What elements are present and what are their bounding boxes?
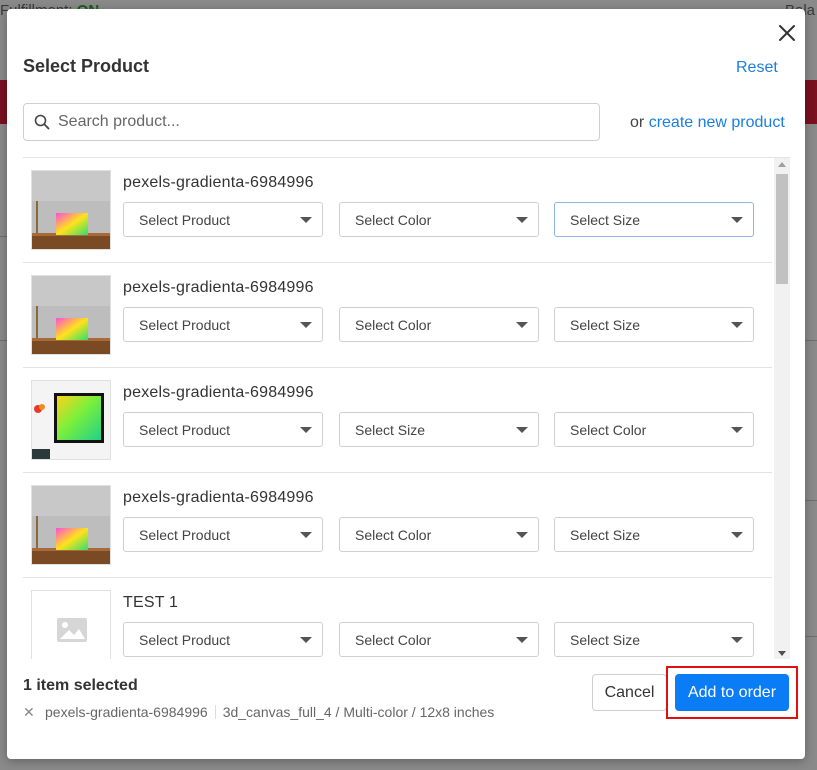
caret-down-icon	[300, 637, 312, 643]
caret-down-icon	[516, 322, 528, 328]
product-name: pexels-gradienta-6984996	[123, 279, 314, 296]
add-to-order-button[interactable]: Add to order	[675, 674, 789, 711]
dropdown-label: Select Product	[139, 317, 231, 333]
product-row: pexels-gradienta-6984996 Select Product …	[23, 158, 772, 263]
dropdown-label: Select Product	[139, 632, 231, 648]
dropdown-label: Select Color	[570, 422, 647, 438]
caret-down-icon	[516, 427, 528, 433]
selected-item-chip: ✕ pexels-gradienta-6984996 3d_canvas_full_…	[23, 704, 494, 721]
product-row: TEST 1 Select Product Select Color Selec…	[23, 578, 772, 659]
bg-divider	[805, 500, 817, 501]
select-color-dropdown[interactable]: Select Color	[339, 307, 539, 342]
select-product-dropdown[interactable]: Select Product	[123, 202, 323, 237]
scroll-down-arrow-icon[interactable]	[778, 651, 786, 656]
product-name: pexels-gradienta-6984996	[123, 384, 314, 401]
close-button[interactable]	[775, 21, 799, 45]
dropdown-label: Select Size	[570, 527, 641, 543]
select-product-dropdown[interactable]: Select Product	[123, 412, 323, 447]
scrollbar-thumb[interactable]	[776, 174, 788, 284]
dropdown-label: Select Size	[355, 422, 426, 438]
selected-item-name: pexels-gradienta-6984996	[45, 704, 208, 720]
select-product-dropdown[interactable]: Select Product	[123, 307, 323, 342]
caret-down-icon	[731, 532, 743, 538]
product-row: pexels-gradienta-6984996 Select Product …	[23, 473, 772, 578]
create-prefix: or	[630, 114, 645, 131]
caret-down-icon	[516, 637, 528, 643]
dropdown-label: Select Color	[355, 317, 432, 333]
create-new-product-link[interactable]: create new product	[649, 114, 785, 131]
search-box[interactable]	[23, 103, 600, 141]
product-name: TEST 1	[123, 594, 179, 611]
product-thumbnail-canvas	[31, 485, 111, 565]
select-color-dropdown[interactable]: Select Color	[339, 517, 539, 552]
search-input[interactable]	[58, 105, 588, 139]
chip-separator	[214, 705, 216, 719]
select-product-dropdown[interactable]: Select Product	[123, 622, 323, 657]
dropdown-label: Select Size	[570, 317, 641, 333]
product-name: pexels-gradienta-6984996	[123, 174, 314, 191]
select-size-dropdown[interactable]: Select Size	[554, 622, 754, 657]
caret-down-icon	[300, 427, 312, 433]
dropdown-label: Select Product	[139, 527, 231, 543]
select-size-dropdown[interactable]: Select Size	[554, 202, 754, 237]
product-thumbnail-canvas	[31, 170, 111, 250]
dropdown-label: Select Color	[355, 632, 432, 648]
dropdown-label: Select Size	[570, 632, 641, 648]
list-scrollbar[interactable]	[774, 158, 790, 659]
select-size-dropdown[interactable]: Select Size	[554, 307, 754, 342]
dropdown-label: Select Color	[355, 212, 432, 228]
caret-down-icon	[300, 532, 312, 538]
dropdown-label: Select Size	[570, 212, 641, 228]
modal-title: Select Product	[23, 56, 150, 76]
select-color-dropdown[interactable]: Select Color	[554, 412, 754, 447]
select-color-dropdown[interactable]: Select Color	[339, 622, 539, 657]
selected-count: 1 item selected	[23, 677, 138, 694]
caret-down-icon	[516, 532, 528, 538]
bg-divider	[805, 340, 817, 341]
bg-banner-right	[805, 80, 817, 124]
select-size-dropdown[interactable]: Select Size	[554, 517, 754, 552]
close-icon	[779, 25, 795, 41]
remove-item-icon[interactable]: ✕	[23, 704, 35, 721]
cancel-button[interactable]: Cancel	[592, 674, 667, 711]
caret-down-icon	[731, 217, 743, 223]
dropdown-label: Select Product	[139, 422, 231, 438]
caret-down-icon	[731, 322, 743, 328]
product-row: pexels-gradienta-6984996 Select Product …	[23, 368, 772, 473]
caret-down-icon	[300, 217, 312, 223]
select-color-dropdown[interactable]: Select Color	[339, 202, 539, 237]
dropdown-label: Select Color	[355, 527, 432, 543]
product-list[interactable]: pexels-gradienta-6984996 Select Product …	[23, 157, 790, 659]
caret-down-icon	[731, 637, 743, 643]
search-icon	[34, 114, 50, 130]
product-thumbnail-framed-print	[31, 380, 111, 460]
reset-link[interactable]: Reset	[736, 59, 778, 77]
create-product-line: or create new product	[630, 114, 785, 132]
caret-down-icon	[300, 322, 312, 328]
product-thumbnail-canvas	[31, 275, 111, 355]
caret-down-icon	[731, 427, 743, 433]
dropdown-label: Select Product	[139, 212, 231, 228]
scroll-up-arrow-icon[interactable]	[778, 162, 786, 167]
select-product-dropdown[interactable]: Select Product	[123, 517, 323, 552]
product-row: pexels-gradienta-6984996 Select Product …	[23, 263, 772, 368]
select-size-dropdown[interactable]: Select Size	[339, 412, 539, 447]
selected-item-variant: 3d_canvas_full_4 / Multi-color / 12x8 in…	[222, 704, 495, 720]
caret-down-icon	[516, 217, 528, 223]
select-product-modal: Select Product Reset or create new produ…	[7, 9, 805, 759]
product-name: pexels-gradienta-6984996	[123, 489, 314, 506]
bg-divider	[805, 636, 817, 637]
image-placeholder-icon	[31, 590, 111, 659]
